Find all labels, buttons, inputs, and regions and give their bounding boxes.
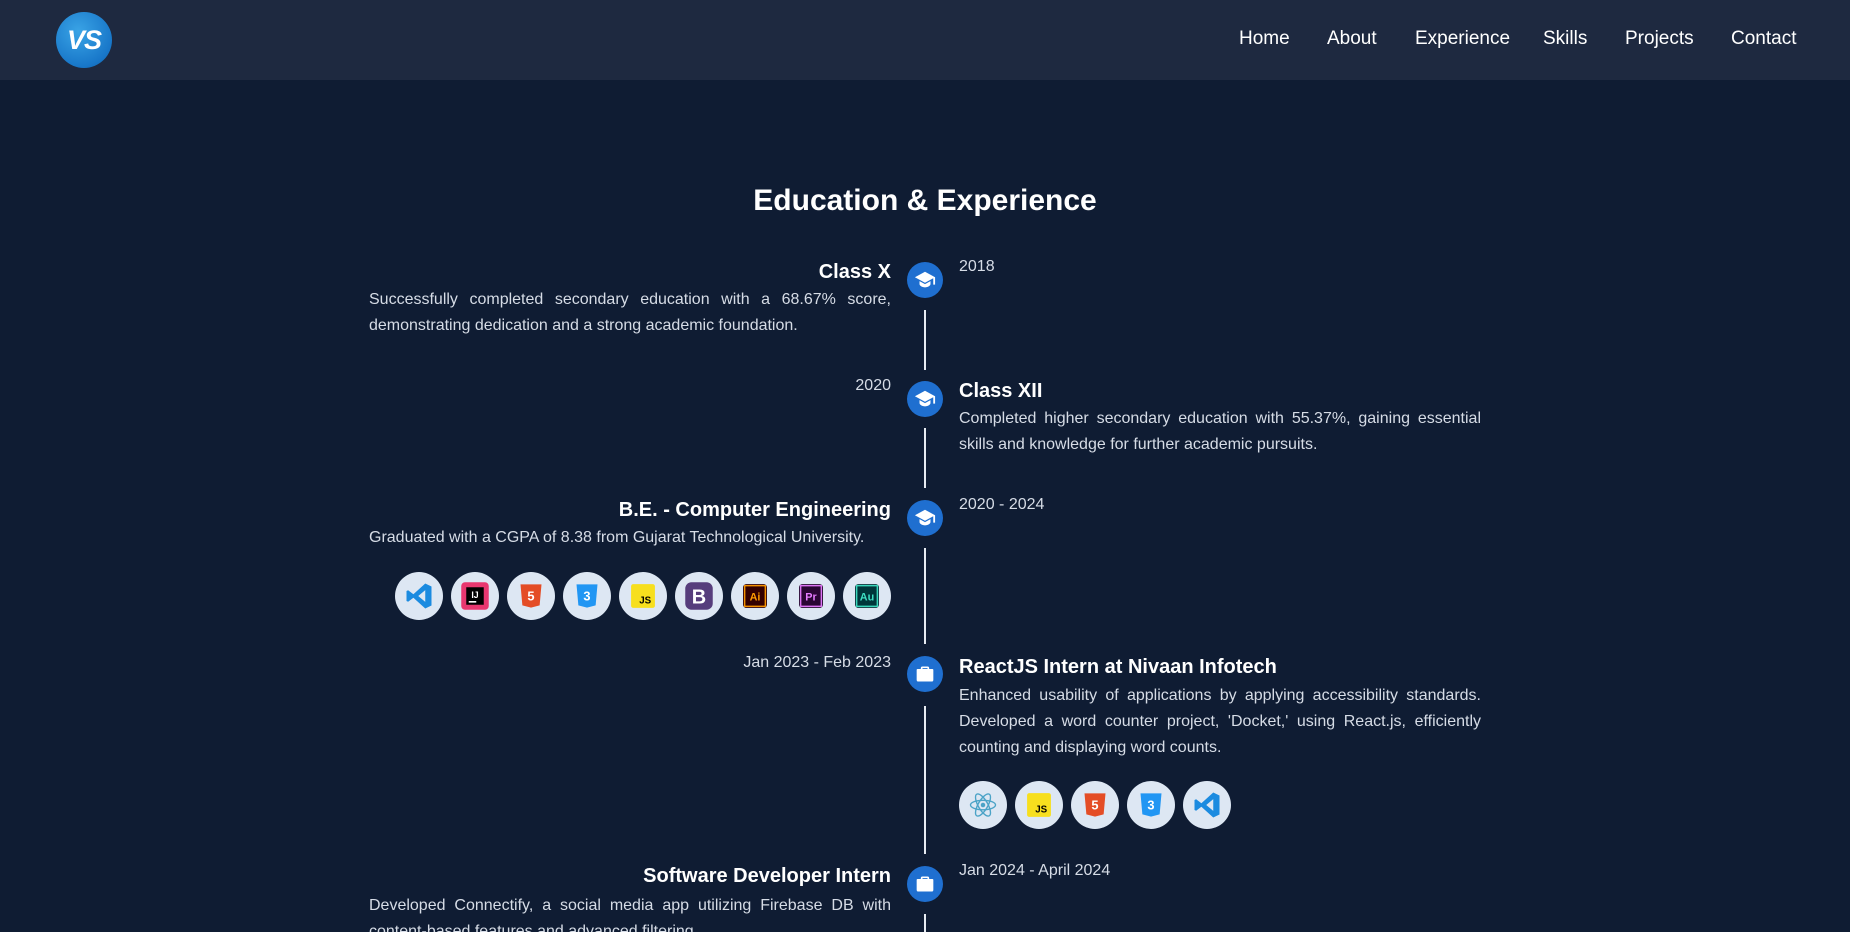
timeline-node — [907, 866, 943, 902]
graduation-cap-icon — [914, 271, 936, 288]
timeline-node — [907, 381, 943, 417]
timeline-description: Graduated with a CGPA of 8.38 from Gujar… — [369, 529, 865, 546]
html5-icon-label: 5 — [527, 589, 534, 604]
bootstrap-icon: B — [675, 572, 723, 620]
timeline-title: Class X — [818, 261, 891, 283]
timeline-date: 2018 — [959, 258, 995, 275]
javascript-icon: JS — [619, 572, 667, 620]
nav-about[interactable]: About — [1327, 28, 1377, 50]
tech-stack: IJ 5 3 JS B Ai Pr Au — [395, 572, 891, 620]
nav-home[interactable]: Home — [1239, 28, 1290, 50]
timeline-connector — [924, 706, 926, 854]
premiere-pro-icon: Pr — [787, 572, 835, 620]
briefcase-icon — [916, 666, 934, 682]
intellij-icon: IJ — [451, 572, 499, 620]
css3-icon: 3 — [563, 572, 611, 620]
timeline-node — [907, 262, 943, 298]
timeline-node — [907, 656, 943, 692]
html5-icon: 5 — [1071, 781, 1119, 829]
timeline-title: Software Developer Intern — [643, 865, 891, 887]
illustrator-icon: Ai — [731, 572, 779, 620]
timeline-date: 2020 — [855, 377, 891, 394]
timeline-connector — [924, 548, 926, 644]
timeline-title: B.E. - Computer Engineering — [618, 499, 891, 521]
top-navbar: VS Home About Experience Skills Projects… — [0, 0, 1850, 80]
javascript-icon: JS — [1015, 781, 1063, 829]
timeline-description: Completed higher secondary education wit… — [959, 410, 1481, 453]
audition-icon: Au — [843, 572, 891, 620]
timeline-connector — [924, 428, 926, 488]
tech-stack: JS 5 3 — [959, 781, 1231, 829]
audition-icon-label: Au — [860, 591, 874, 603]
section-title: Education & Experience — [753, 184, 1097, 217]
javascript-icon-label: JS — [1035, 805, 1047, 816]
react-icon — [959, 781, 1007, 829]
timeline-date: Jan 2024 - April 2024 — [959, 862, 1111, 879]
graduation-cap-icon — [914, 509, 936, 526]
nav-skills[interactable]: Skills — [1543, 28, 1587, 50]
timeline-description: Successfully completed secondary educati… — [369, 291, 891, 334]
timeline-node — [907, 500, 943, 536]
timeline-date: Jan 2023 - Feb 2023 — [743, 654, 891, 671]
vscode-icon — [395, 572, 443, 620]
nav-projects[interactable]: Projects — [1625, 28, 1694, 50]
nav-contact[interactable]: Contact — [1731, 28, 1796, 50]
logo-text: VS — [66, 24, 102, 55]
premiere-pro-icon-label: Pr — [805, 591, 817, 603]
logo[interactable]: VS — [56, 12, 112, 68]
timeline-title: ReactJS Intern at Nivaan Infotech — [959, 656, 1277, 678]
timeline-title: Class XII — [959, 380, 1043, 402]
illustrator-icon-label: Ai — [750, 591, 761, 603]
briefcase-icon — [916, 876, 934, 892]
nav-experience[interactable]: Experience — [1415, 28, 1510, 50]
vscode-icon — [1183, 781, 1231, 829]
graduation-cap-icon — [914, 390, 936, 407]
html5-icon-label: 5 — [1091, 798, 1098, 813]
html5-icon: 5 — [507, 572, 555, 620]
timeline-description: Enhanced usability of applications by ap… — [959, 687, 1481, 756]
css3-icon-label: 3 — [1147, 798, 1154, 813]
css3-icon: 3 — [1127, 781, 1175, 829]
intellij-icon-label: IJ — [471, 590, 478, 600]
timeline-connector — [924, 310, 926, 370]
css3-icon-label: 3 — [583, 589, 590, 604]
bootstrap-icon-label: B — [692, 587, 706, 609]
timeline-date: 2020 - 2024 — [959, 496, 1045, 513]
timeline-connector — [924, 914, 926, 932]
javascript-icon-label: JS — [639, 596, 651, 607]
timeline-description: Developed Connectify, a social media app… — [369, 897, 891, 932]
